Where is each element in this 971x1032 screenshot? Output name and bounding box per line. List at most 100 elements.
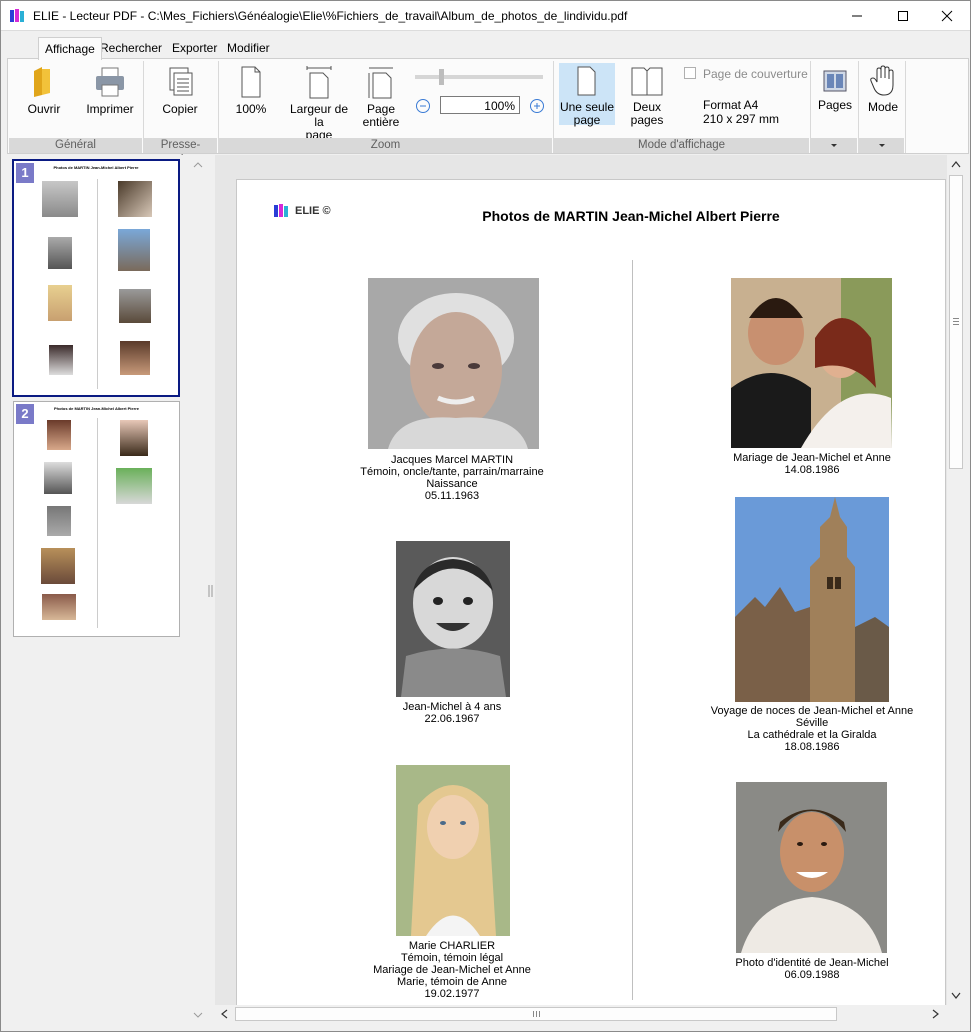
- two-pages-button[interactable]: Deux pages: [620, 65, 674, 127]
- wedding-couple-picture: [731, 278, 892, 448]
- caption-jean-michel-id: Photo d'identité de Jean-Michel 06.09.19…: [707, 957, 917, 981]
- format-label: Format A4: [703, 98, 759, 112]
- giralda-cathedral-picture: [735, 497, 889, 702]
- caption-wedding: Mariage de Jean-Michel et Anne 14.08.198…: [707, 452, 917, 476]
- two-pages-label-2: pages: [630, 113, 664, 127]
- thumbnail-title: Photos de MARTIN Jean-Michel Albert Pier…: [54, 406, 139, 411]
- hand-icon: [870, 65, 894, 96]
- tab-modifier[interactable]: Modifier: [221, 37, 276, 59]
- caption-line: 22.06.1967: [424, 713, 480, 725]
- zoom-slider-thumb[interactable]: [439, 69, 444, 85]
- thumbnail-page-2[interactable]: 2 Photos de MARTIN Jean-Michel Albert Pi…: [13, 401, 180, 637]
- cover-page-label: Page de couverture: [703, 67, 808, 81]
- photo-jean-michel-id: [736, 782, 887, 953]
- document-viewer[interactable]: ELIE © Photos de MARTIN Jean-Michel Albe…: [215, 155, 947, 1005]
- arrow-up-icon: [951, 161, 961, 168]
- fit-page-icon: [368, 67, 393, 99]
- mode-button[interactable]: Mode: [863, 65, 903, 114]
- fit-page-button[interactable]: Page entière: [360, 65, 402, 129]
- cover-page-checkbox[interactable]: [684, 67, 696, 79]
- photo-seville-cathedral: [735, 497, 889, 702]
- single-page-button[interactable]: Une seule page: [559, 63, 615, 127]
- caption-line: Naissance: [426, 478, 478, 490]
- copy-label: Copier: [162, 102, 198, 116]
- group-label-zoom: Zoom: [219, 138, 552, 153]
- fit-page-label-2: entière: [362, 115, 400, 129]
- group-label-display-mode: Mode d'affichage: [554, 138, 809, 153]
- column-divider: [632, 260, 633, 1000]
- mode-label: Mode: [867, 100, 899, 114]
- thumbnail-photo: [116, 468, 152, 504]
- horizontal-scrollbar[interactable]: [215, 1005, 947, 1023]
- tab-affichage[interactable]: Affichage: [38, 37, 102, 60]
- maximize-button[interactable]: [880, 1, 926, 31]
- close-button[interactable]: [924, 1, 970, 31]
- mode-dropdown[interactable]: [859, 138, 904, 153]
- folder-icon: [34, 67, 50, 97]
- zoom-in-button[interactable]: [529, 98, 545, 114]
- page-title: Photos de MARTIN Jean-Michel Albert Pier…: [482, 208, 780, 224]
- thumbnail-photo: [42, 181, 78, 217]
- tab-exporter[interactable]: Exporter: [166, 37, 223, 59]
- pane-splitter[interactable]: [207, 155, 215, 1027]
- thumbnails-scrollbar[interactable]: [189, 155, 207, 1027]
- thumbnail-photo: [120, 341, 150, 375]
- scroll-down-button[interactable]: [947, 987, 965, 1005]
- print-button[interactable]: Imprimer: [82, 65, 138, 116]
- window-title: ELIE - Lecteur PDF - C:\Mes_Fichiers\Gén…: [33, 9, 628, 23]
- portrait-blonde-woman: [396, 765, 510, 936]
- thumbnail-photo: [118, 181, 152, 217]
- caption-line: Jacques Marcel MARTIN: [390, 454, 514, 466]
- thumbnail-photo: [118, 229, 150, 271]
- thumbnail-photo: [119, 289, 151, 323]
- caption-line: Témoin, témoin légal: [400, 952, 504, 964]
- pages-dropdown[interactable]: [811, 138, 857, 153]
- zoom-out-button[interactable]: [415, 98, 431, 114]
- copy-button[interactable]: Copier: [156, 65, 204, 116]
- caption-jacques-martin: Jacques Marcel MARTIN Témoin, oncle/tant…: [337, 454, 567, 502]
- zoom-value-input[interactable]: 100%: [440, 96, 520, 114]
- photo-jacques-martin: [368, 278, 539, 449]
- zoom-100-button[interactable]: 100%: [230, 65, 272, 116]
- arrow-right-icon: [932, 1009, 939, 1019]
- plus-circle-icon: [530, 99, 544, 113]
- ribbon: Ouvrir Imprimer Copier 100% Largeur de l…: [7, 58, 969, 166]
- thumbnail-photo: [42, 594, 76, 620]
- thumbnail-photo: [48, 237, 72, 269]
- single-page-label-2: page: [573, 113, 601, 127]
- thumbnail-photo: [47, 420, 71, 450]
- pages-button[interactable]: Pages: [815, 67, 855, 112]
- caption-line: Voyage de noces de Jean-Michel et Anne: [710, 705, 914, 717]
- fit-width-button[interactable]: Largeur de la page: [284, 65, 354, 142]
- vertical-scrollbar[interactable]: [947, 155, 965, 1005]
- open-button[interactable]: Ouvrir: [20, 65, 68, 116]
- thumbnails-pane: 1 Photos de MARTIN Jean-Michel Albert Pi…: [7, 155, 207, 1027]
- horizontal-scroll-thumb[interactable]: [235, 1007, 837, 1021]
- scroll-left-button[interactable]: [215, 1005, 233, 1023]
- zoom-slider-track[interactable]: [415, 75, 543, 79]
- minimize-button[interactable]: [834, 1, 880, 31]
- group-label-general: Général: [9, 138, 142, 153]
- two-pages-icon: [631, 67, 663, 96]
- portrait-elderly-man: [368, 278, 539, 449]
- group-label-clipboard: Presse-papiers: [144, 138, 217, 166]
- chevron-down-icon: [193, 1012, 203, 1018]
- scroll-right-button[interactable]: [927, 1005, 945, 1023]
- copy-icon: [169, 67, 193, 96]
- scroll-up-button[interactable]: [947, 155, 965, 173]
- caption-line: La cathédrale et la Giralda: [747, 729, 877, 741]
- tab-rechercher[interactable]: Rechercher: [94, 37, 168, 59]
- arrow-down-icon: [951, 992, 961, 999]
- thumbnail-photo: [48, 285, 72, 321]
- caption-line: Photo d'identité de Jean-Michel: [735, 957, 889, 969]
- thumbnail-page-1[interactable]: 1 Photos de MARTIN Jean-Michel Albert Pi…: [12, 159, 180, 397]
- thumbnail-photo: [44, 462, 72, 494]
- page-icon: [241, 66, 261, 98]
- title-bar: ELIE - Lecteur PDF - C:\Mes_Fichiers\Gén…: [1, 1, 970, 31]
- minimize-icon: [852, 15, 862, 17]
- printer-icon: [96, 67, 124, 97]
- page-format: Format A4 210 x 297 mm: [703, 98, 779, 126]
- caption-line: 18.08.1986: [784, 741, 840, 753]
- vertical-scroll-thumb[interactable]: [949, 175, 963, 469]
- format-size: 210 x 297 mm: [703, 112, 780, 126]
